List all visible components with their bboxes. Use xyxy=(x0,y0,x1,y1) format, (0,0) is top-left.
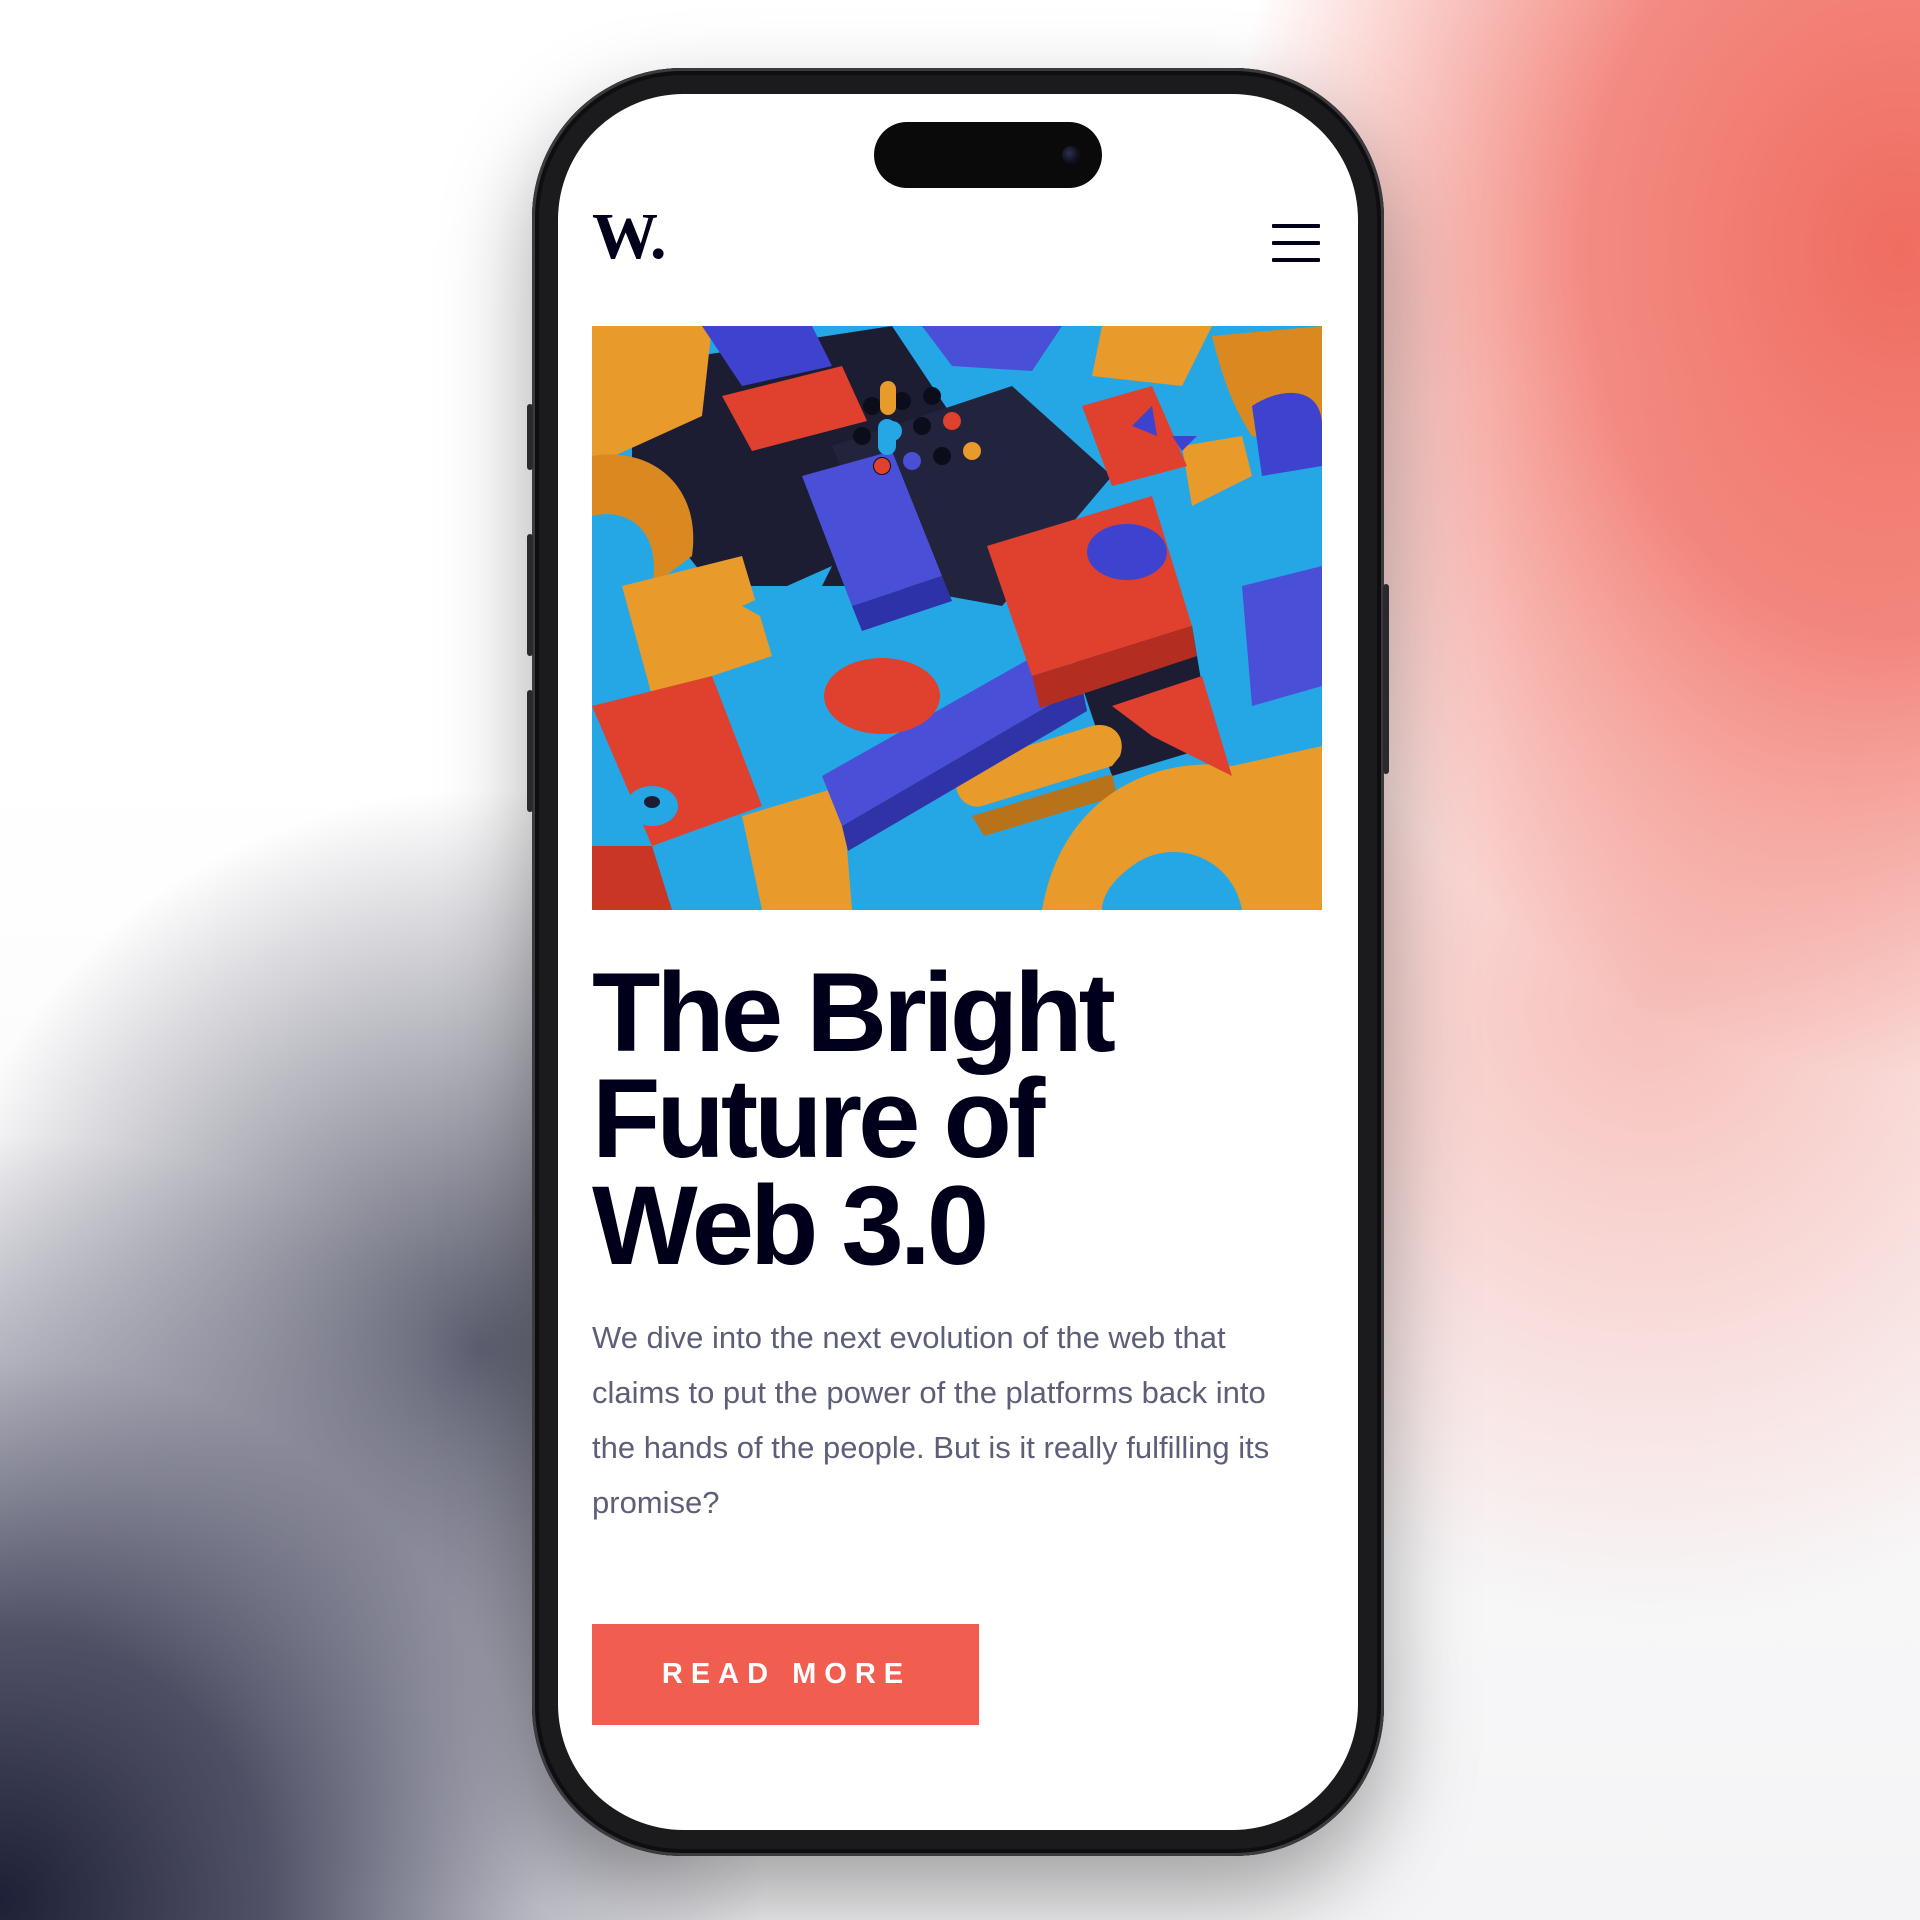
read-more-button[interactable]: READ MORE xyxy=(592,1624,979,1725)
article-description: We dive into the next evolution of the w… xyxy=(592,1320,1270,1520)
phone-frame: W. The Bright Future of Web 3.0 We dive … xyxy=(527,68,1389,1856)
abstract-3d-shapes-image xyxy=(592,326,1322,910)
front-camera-icon xyxy=(1062,146,1080,164)
article-title: The Bright Future of Web 3.0 xyxy=(592,957,1322,1282)
title-line-3: Web 3.0 xyxy=(592,1162,989,1288)
volume-down-button xyxy=(527,690,533,812)
dynamic-island xyxy=(874,122,1102,188)
hero-image xyxy=(592,326,1322,910)
action-button xyxy=(527,404,533,470)
volume-up-button xyxy=(527,534,533,656)
power-button xyxy=(1383,584,1389,774)
site-logo[interactable]: W. xyxy=(592,204,666,270)
phone-screen: W. The Bright Future of Web 3.0 We dive … xyxy=(558,94,1358,1830)
hamburger-menu-icon[interactable] xyxy=(1272,220,1320,266)
